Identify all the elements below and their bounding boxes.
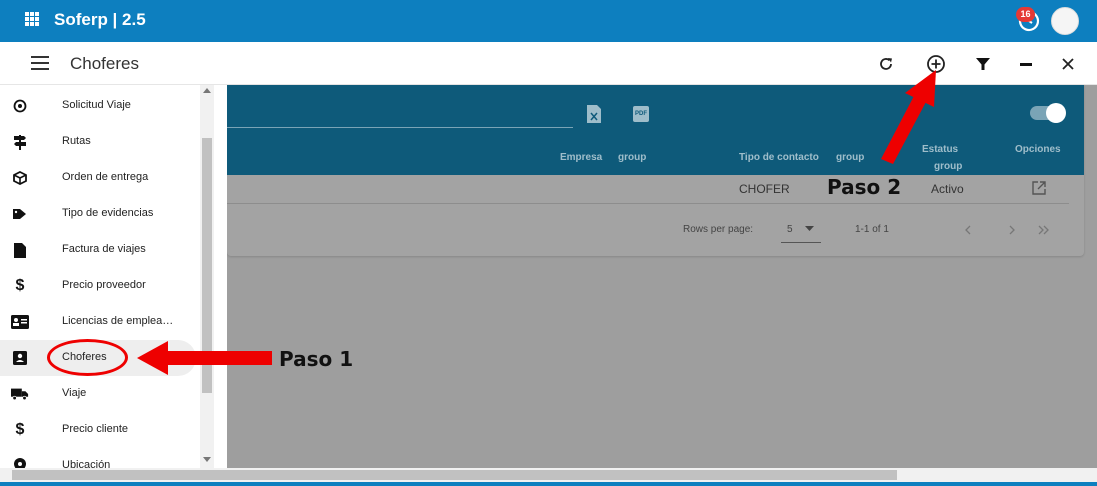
annotation-paso-1: Paso 1 <box>279 347 354 371</box>
arrow-paso-1 <box>137 341 272 375</box>
annotation-arrows <box>137 70 936 375</box>
annotation-paso-2: Paso 2 <box>827 175 902 199</box>
arrow-paso-2 <box>881 70 936 164</box>
app-window: Soferp | 2.5 16 Choferes PDF Empresa gro… <box>0 0 1097 486</box>
